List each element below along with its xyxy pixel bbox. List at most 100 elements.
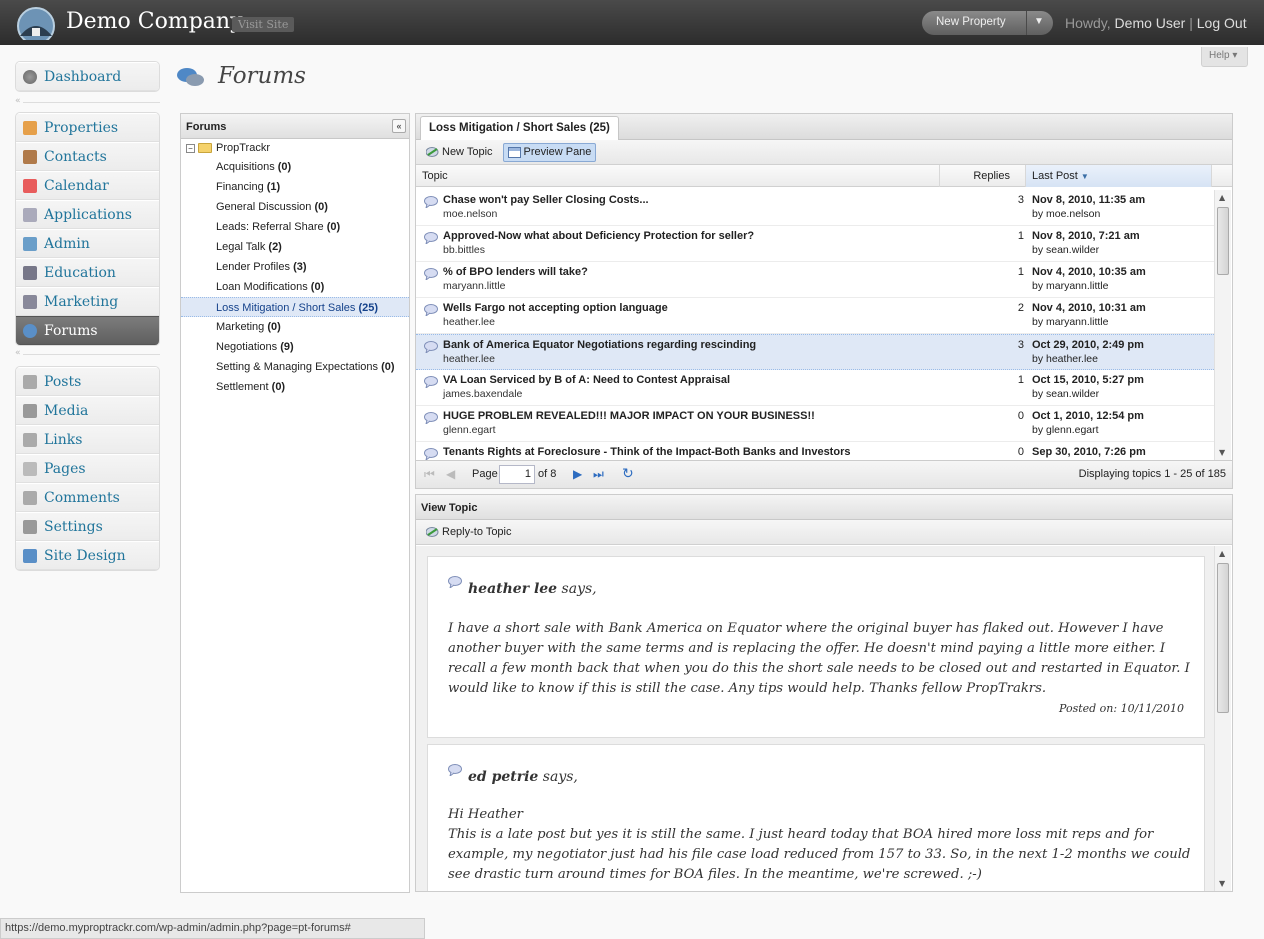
topic-row[interactable]: Wells Fargo not accepting option languag… [416,298,1214,334]
last-post-by: by sean.wilder [1032,388,1100,400]
menu-links[interactable]: Links [16,425,159,454]
gears-icon [23,207,37,222]
scroll-thumb[interactable] [1217,563,1229,713]
reply-count: 0 [1017,446,1024,458]
site-logo[interactable] [16,6,56,40]
menu-dashboard[interactable]: Dashboard [16,62,159,91]
menu-admin[interactable]: Admin [16,229,159,258]
tree-forum-4[interactable]: Legal Talk (2) [181,237,409,257]
preview-pane-toggle[interactable]: Preview Pane [502,142,597,162]
topic-row[interactable]: Bank of America Equator Negotiations reg… [416,334,1214,370]
last-page-icon[interactable]: ⏭ [593,467,604,482]
topic-author: heather.lee [443,316,495,328]
menu-marketing[interactable]: Marketing [16,287,159,316]
topic-row[interactable]: VA Loan Serviced by B of A: Need to Cont… [416,370,1214,406]
user-name-link[interactable]: Demo User [1115,15,1186,31]
page-number-input[interactable]: 1 [499,465,535,484]
topic-title[interactable]: Tenants Rights at Foreclosure - Think of… [443,446,850,458]
collapse-panel-icon[interactable]: « [392,119,406,133]
tree-forum-7[interactable]: Loss Mitigation / Short Sales (25) [181,297,409,317]
menu-site-design[interactable]: Site Design [16,541,159,570]
scroll-thumb[interactable] [1217,207,1229,275]
reply-topic-button[interactable]: Reply-to Topic [422,523,516,542]
next-page-icon[interactable]: ▶ [573,467,582,481]
menu-forums[interactable]: Forums [16,316,159,345]
link-chain-icon [23,432,37,447]
tree-forum-2[interactable]: General Discussion (0) [181,197,409,217]
tree-forum-10[interactable]: Setting & Managing Expectations (0) [181,357,409,377]
menu-applications[interactable]: Applications [16,200,159,229]
tree-forum-5[interactable]: Lender Profiles (3) [181,257,409,277]
topic-row[interactable]: HUGE PROBLEM REVEALED!!! MAJOR IMPACT ON… [416,406,1214,442]
menu-posts[interactable]: Posts [16,367,159,396]
scroll-down-icon[interactable]: ▼ [1219,448,1225,457]
menu-properties[interactable]: Properties [16,113,159,142]
scroll-down-icon[interactable]: ▼ [1219,879,1225,888]
menu-comments[interactable]: Comments [16,483,159,512]
post-author: heather lee says, [468,581,597,597]
topic-title[interactable]: Bank of America Equator Negotiations reg… [443,339,756,351]
menu-contacts[interactable]: Contacts [16,142,159,171]
topic-row[interactable]: Approved-Now what about Deficiency Prote… [416,226,1214,262]
dropdown-arrow-icon[interactable]: ▼ [1034,16,1044,27]
page-title: Forums [218,63,306,89]
topic-row[interactable]: Tenants Rights at Foreclosure - Think of… [416,442,1214,460]
tree-forum-3[interactable]: Leads: Referral Share (0) [181,217,409,237]
forum-count: (0) [267,321,281,333]
menu-group-dashboard: Dashboard [15,61,160,92]
forum-name: Legal Talk [216,241,266,253]
first-page-icon[interactable]: ⏮ [424,467,435,482]
tree-forum-9[interactable]: Negotiations (9) [181,337,409,357]
forum-count: (9) [280,341,294,353]
col-replies[interactable]: Replies [940,165,1026,187]
speech-bubble-icon [448,764,462,776]
tree-forum-1[interactable]: Financing (1) [181,177,409,197]
speech-bubble-icon [424,412,438,424]
topic-title[interactable]: VA Loan Serviced by B of A: Need to Cont… [443,374,730,386]
topic-title[interactable]: Chase won't pay Seller Closing Costs... [443,194,649,206]
scroll-up-icon[interactable]: ▲ [1219,193,1225,202]
collapse-node-icon[interactable]: − [186,143,195,153]
page-total: of 8 [538,468,557,480]
forum-count: (3) [293,261,307,273]
help-tab[interactable]: Help ▾ [1201,47,1248,67]
col-last-post[interactable]: Last Post ▼ [1026,165,1212,187]
pushpin-icon [23,374,37,389]
menu-calendar[interactable]: Calendar [16,171,159,200]
scroll-up-icon[interactable]: ▲ [1219,549,1225,558]
new-topic-button[interactable]: New Topic [422,143,497,162]
tree-forum-11[interactable]: Settlement (0) [181,377,409,397]
tree-forum-0[interactable]: Acquisitions (0) [181,157,409,177]
logout-link[interactable]: Log Out [1197,15,1247,31]
topic-title[interactable]: % of BPO lenders will take? [443,266,588,278]
forums-tree-panel: Forums « − PropTrackr Acquisitions (0) Fina… [180,113,410,893]
grid-scrollbar[interactable]: ▲ ▼ [1214,190,1231,460]
tree-root-node[interactable]: − PropTrackr [181,139,409,157]
menu-pages[interactable]: Pages [16,454,159,483]
topic-row[interactable]: % of BPO lenders will take? maryann.littl… [416,262,1214,298]
menu-education[interactable]: Education [16,258,159,287]
forum-count: (0) [277,161,292,173]
menu-label: Dashboard [44,68,122,85]
refresh-icon[interactable]: ↻ [622,465,634,482]
menu-media[interactable]: Media [16,396,159,425]
reply-count: 2 [1017,302,1024,314]
tree-forum-6[interactable]: Loan Modifications (0) [181,277,409,297]
menu-settings[interactable]: Settings [16,512,159,541]
visit-site-button[interactable]: Visit Site [232,17,295,32]
posts-scrollbar[interactable]: ▲ ▼ [1214,546,1231,891]
topic-title[interactable]: HUGE PROBLEM REVEALED!!! MAJOR IMPACT ON… [443,410,815,422]
topic-title[interactable]: Wells Fargo not accepting option languag… [443,302,668,314]
prev-page-icon[interactable]: ◀ [446,467,455,481]
tree-forum-8[interactable]: Marketing (0) [181,317,409,337]
speech-bubble-icon [424,376,438,388]
topic-author: glenn.egart [443,424,496,436]
tab-loss-mitigation[interactable]: Loss Mitigation / Short Sales (25) [420,116,619,140]
topic-title[interactable]: Approved-Now what about Deficiency Prote… [443,230,754,242]
new-property-button[interactable]: New Property ▼ [922,11,1053,35]
tree-children: Acquisitions (0) Financing (1) General Dis… [181,157,409,397]
topic-row[interactable]: Chase won't pay Seller Closing Costs... m… [416,190,1214,226]
separator: | [1189,15,1193,31]
blackboard-icon [23,265,37,280]
col-topic[interactable]: Topic [416,165,940,187]
